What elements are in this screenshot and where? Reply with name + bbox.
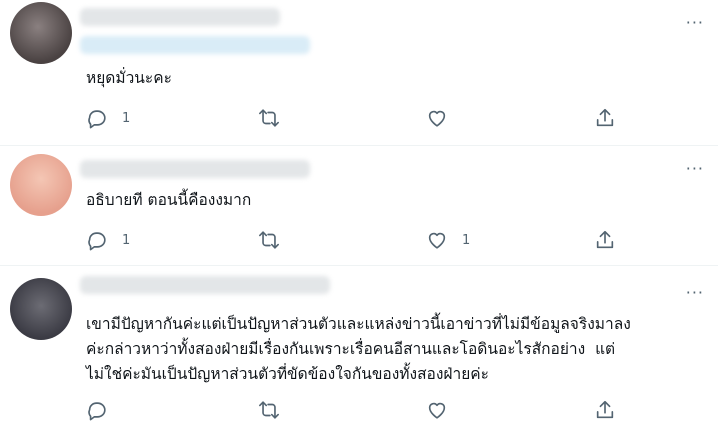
tweet-text: เขามีปัญหากันค่ะแต่เป็นปัญหาส่วนตัวและแห… xyxy=(86,315,631,383)
more-horizontal-icon[interactable]: ··· xyxy=(686,161,704,177)
share-button[interactable] xyxy=(594,398,616,422)
more-horizontal-icon[interactable]: ··· xyxy=(686,15,704,31)
heart-icon xyxy=(428,232,446,249)
avatar[interactable] xyxy=(10,278,72,340)
avatar[interactable] xyxy=(10,2,72,64)
reply-count: 1 xyxy=(122,110,131,126)
share-icon xyxy=(596,400,614,419)
reply-icon xyxy=(88,232,106,251)
share-button[interactable] xyxy=(594,228,616,252)
author-meta-blurred xyxy=(80,160,310,178)
like-count: 1 xyxy=(462,232,471,248)
heart-icon xyxy=(428,110,446,127)
retweet-button[interactable] xyxy=(258,398,294,422)
share-icon xyxy=(596,108,614,127)
tweet-actions: 1 xyxy=(86,106,626,130)
tweet-actions xyxy=(86,398,626,422)
share-icon xyxy=(596,230,614,249)
tweet-text: หยุดมั่วนะคะ xyxy=(86,69,172,87)
reply-count: 1 xyxy=(122,232,131,248)
reply-button[interactable] xyxy=(86,398,122,422)
reply-button[interactable]: 1 xyxy=(86,228,130,252)
reply-icon xyxy=(88,402,106,421)
reply-button[interactable]: 1 xyxy=(86,106,130,130)
reply-icon xyxy=(88,110,106,129)
tweet-text: อธิบายที ตอนนี้คืองงมาก xyxy=(86,191,252,209)
retweet-icon xyxy=(259,231,279,249)
share-button[interactable] xyxy=(594,106,616,130)
tweet-1[interactable]: ··· หยุดมั่วนะคะ 1 xyxy=(0,0,718,145)
retweet-button[interactable] xyxy=(258,228,294,252)
more-horizontal-icon[interactable]: ··· xyxy=(686,285,704,301)
retweet-icon xyxy=(259,109,279,127)
avatar[interactable] xyxy=(10,154,72,216)
like-button[interactable] xyxy=(426,106,462,130)
like-button[interactable] xyxy=(426,398,462,422)
tweet-actions: 1 1 xyxy=(86,228,626,252)
author-meta-blurred xyxy=(80,276,330,294)
retweet-icon xyxy=(259,401,279,419)
author-meta-blurred xyxy=(80,8,280,26)
tweet-3[interactable]: ··· เขามีปัญหากันค่ะแต่เป็นปัญหาส่วนตัวแ… xyxy=(0,266,718,433)
tweet-2[interactable]: ··· อธิบายที ตอนนี้คืองงมาก 1 1 xyxy=(0,146,718,265)
like-button[interactable]: 1 xyxy=(426,228,470,252)
heart-icon xyxy=(428,402,446,419)
retweet-button[interactable] xyxy=(258,106,294,130)
author-meta-blurred xyxy=(80,36,310,54)
